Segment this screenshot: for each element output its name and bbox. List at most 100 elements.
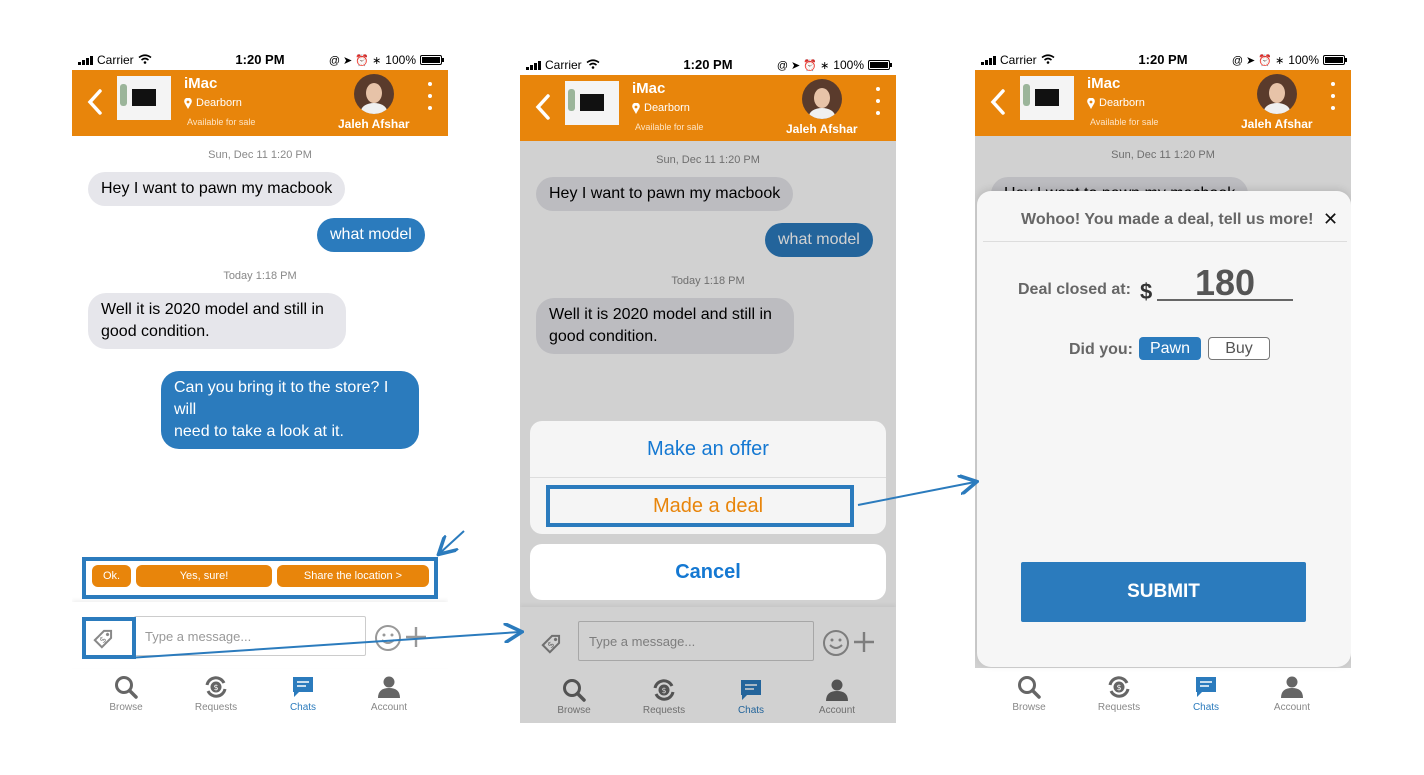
back-icon[interactable] [84, 88, 106, 116]
product-title: iMac [184, 75, 218, 92]
status-icons: @ ➤ ⏰ ∗ [776, 59, 830, 72]
search-icon [115, 676, 138, 699]
battery-icon [1323, 55, 1347, 65]
back-icon[interactable] [532, 93, 554, 121]
search-icon [1018, 676, 1041, 699]
price-tag-highlight [82, 617, 136, 659]
person-icon [378, 676, 400, 698]
product-thumbnail[interactable] [565, 81, 619, 125]
currency-symbol: $ [1140, 279, 1153, 304]
location-row: Dearborn [1087, 97, 1145, 109]
tab-label: Account [1273, 702, 1311, 713]
battery-icon [420, 55, 444, 65]
status-right: @ ➤ ⏰ ∗ 100% [328, 53, 444, 67]
product-thumbnail[interactable] [117, 76, 171, 120]
tab-label: Chats [289, 702, 317, 713]
message-text-line: need to take a look at it. [174, 423, 344, 440]
message-text: Hey I want to pawn my macbook [101, 180, 333, 197]
svg-text:$: $ [213, 683, 218, 692]
tab-chats[interactable]: Chats [263, 674, 343, 713]
user-name: Jaleh Afshar [786, 122, 858, 136]
deal-amount-input[interactable]: 180 [1157, 265, 1293, 301]
product-title: iMac [1087, 75, 1121, 92]
tab-requests[interactable]: $ Requests [1079, 674, 1159, 713]
battery-percent: 100% [1288, 53, 1319, 67]
more-options-icon[interactable] [874, 87, 882, 115]
user-name: Jaleh Afshar [1241, 117, 1313, 131]
more-options-icon[interactable] [1329, 82, 1337, 110]
message-incoming: Well it is 2020 model and still in good … [88, 293, 346, 349]
tab-label: Requests [194, 702, 238, 713]
chat-icon [1196, 677, 1216, 697]
tab-browse[interactable]: Browse [86, 674, 166, 713]
message-outgoing: Can you bring it to the store? I will ne… [161, 371, 419, 449]
product-thumbnail[interactable] [1020, 76, 1074, 120]
message-text-line: good condition. [101, 323, 210, 340]
chat-header: iMac Dearborn Available for sale Jaleh A… [72, 70, 448, 136]
submit-button[interactable]: SUBMIT [1021, 562, 1306, 622]
tab-account[interactable]: Account [1252, 674, 1332, 713]
made-deal-highlight [546, 485, 854, 527]
tab-label: Browse [109, 702, 143, 713]
add-icon[interactable] [405, 626, 427, 648]
status-bar: Carrier 1:20 PM @ ➤ ⏰ ∗ 100% [520, 55, 896, 75]
chat-timestamp: Sun, Dec 11 1:20 PM [208, 149, 312, 161]
user-name: Jaleh Afshar [338, 117, 410, 131]
chat-header: iMac Dearborn Available for sale Jaleh A… [520, 75, 896, 141]
make-offer-option[interactable]: Make an offer [530, 421, 886, 477]
battery-percent: 100% [385, 53, 416, 67]
avatar[interactable] [1257, 74, 1297, 114]
product-location: Dearborn [196, 97, 242, 109]
avatar[interactable] [354, 74, 394, 114]
exchange-dollar-icon: $ [205, 676, 227, 698]
pawn-option-button[interactable]: Pawn [1139, 337, 1201, 360]
close-icon[interactable]: ✕ [1323, 209, 1338, 230]
location-pin-icon [1087, 97, 1095, 109]
chat-screen-3: Carrier 1:20 PM @ ➤ ⏰ ∗ 100% iMac Dearbo… [975, 50, 1351, 722]
tab-requests[interactable]: $ Requests [176, 674, 256, 713]
message-outgoing: what model [317, 218, 425, 252]
deal-closed-label: Deal closed at: [1018, 281, 1131, 298]
status-right: @ ➤ ⏰ ∗ 100% [1231, 53, 1347, 67]
chat-header: iMac Dearborn Available for sale Jaleh A… [975, 70, 1351, 136]
tab-label: Requests [1097, 702, 1141, 713]
status-bar: Carrier 1:20 PM @ ➤ ⏰ ∗ 100% [975, 50, 1351, 70]
tab-label: Account [370, 702, 408, 713]
product-title: iMac [632, 80, 666, 97]
message-incoming: Hey I want to pawn my macbook [88, 172, 346, 206]
status-bar: Carrier 1:20 PM @ ➤ ⏰ ∗ 100% [72, 50, 448, 70]
battery-percent: 100% [833, 58, 864, 72]
product-location: Dearborn [644, 102, 690, 114]
svg-text:$: $ [1116, 683, 1121, 692]
tab-label: Browse [1012, 702, 1046, 713]
location-pin-icon [632, 102, 640, 114]
person-icon [1281, 676, 1303, 698]
location-row: Dearborn [184, 97, 242, 109]
emoji-icon[interactable] [374, 624, 402, 652]
tab-chats[interactable]: Chats [1166, 674, 1246, 713]
buy-option-button[interactable]: Buy [1208, 337, 1270, 360]
avatar[interactable] [802, 79, 842, 119]
more-options-icon[interactable] [426, 82, 434, 110]
tab-account[interactable]: Account [349, 674, 429, 713]
tab-label: Chats [1192, 702, 1220, 713]
cancel-button[interactable]: Cancel [530, 544, 886, 600]
message-text-line: Well it is 2020 model and still in [101, 301, 324, 318]
status-right: @ ➤ ⏰ ∗ 100% [776, 58, 892, 72]
tab-browse[interactable]: Browse [989, 674, 1069, 713]
did-you-label: Did you: [1069, 341, 1133, 358]
chat-icon [293, 677, 313, 697]
divider [983, 241, 1347, 242]
status-icons: @ ➤ ⏰ ∗ [328, 54, 382, 67]
location-row: Dearborn [632, 102, 690, 114]
back-icon[interactable] [987, 88, 1009, 116]
product-location: Dearborn [1099, 97, 1145, 109]
tab-bar: Browse $ Requests Chats Account [975, 670, 1351, 722]
battery-icon [868, 60, 892, 70]
quick-replies-highlight [82, 557, 438, 599]
status-icons: @ ➤ ⏰ ∗ [1231, 54, 1285, 67]
chat-timestamp: Today 1:18 PM [223, 270, 297, 282]
chat-screen-2: Carrier 1:20 PM @ ➤ ⏰ ∗ 100% iMac Dearbo… [520, 55, 896, 723]
location-pin-icon [184, 97, 192, 109]
message-input[interactable]: Type a message... [134, 616, 366, 656]
